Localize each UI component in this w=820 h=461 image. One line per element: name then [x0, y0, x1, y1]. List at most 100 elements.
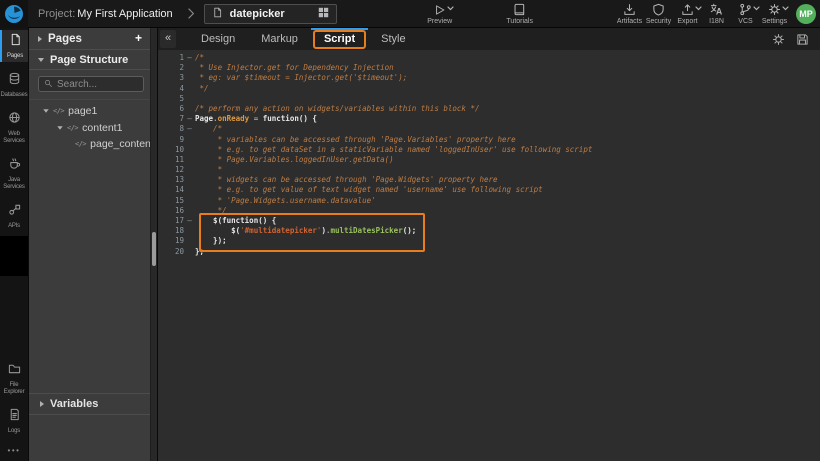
- topbar-actions: ArtifactsSecurityExportAI18NVCSSettings: [615, 0, 789, 28]
- topbar-vcs-button[interactable]: VCS: [731, 0, 760, 28]
- line-number: 2: [158, 63, 184, 73]
- tutorials-button[interactable]: Tutorials: [505, 0, 535, 28]
- tab-markup[interactable]: Markup: [248, 28, 311, 50]
- fold-marker: [184, 206, 195, 216]
- fold-marker: [184, 63, 195, 73]
- topbar-artifacts-button[interactable]: Artifacts: [615, 0, 644, 28]
- more-options-button[interactable]: •••: [0, 439, 28, 461]
- save-button[interactable]: [796, 33, 809, 46]
- pages-panel-header: Pages +: [29, 28, 157, 50]
- fold-marker: [184, 73, 195, 83]
- logs-icon: [8, 408, 21, 426]
- tree-item-page-content1[interactable]: </>page_content1: [29, 136, 157, 153]
- scrollbar-thumb[interactable]: [152, 232, 156, 266]
- page-tab-datepicker[interactable]: datepicker: [204, 4, 337, 24]
- fold-marker: [184, 155, 195, 165]
- line-number: 10: [158, 145, 184, 155]
- tab-design[interactable]: Design: [188, 28, 248, 50]
- folder-icon: [8, 362, 21, 380]
- add-page-button[interactable]: +: [131, 31, 146, 46]
- fold-marker[interactable]: –: [184, 53, 195, 63]
- sidebar-item-pages[interactable]: Pages: [0, 30, 28, 62]
- tree-item-content1[interactable]: </>content1: [29, 120, 157, 137]
- panel-title: Pages: [48, 33, 82, 45]
- code-line[interactable]: 1–/*: [158, 53, 820, 63]
- sidebar-item-file-explorer[interactable]: File Explorer: [0, 359, 28, 398]
- topbar-export-button[interactable]: Export: [673, 0, 702, 28]
- fold-marker: [184, 84, 195, 94]
- code-line[interactable]: 11 * Page.Variables.loggedInUser.getData…: [158, 155, 820, 165]
- code-line[interactable]: 9 * variables can be accessed through 'P…: [158, 135, 820, 145]
- expand-triangle-icon[interactable]: [43, 109, 48, 113]
- line-number: 19: [158, 236, 184, 246]
- fold-marker[interactable]: –: [184, 124, 195, 134]
- line-number: 18: [158, 226, 184, 236]
- collapse-triangle-icon[interactable]: [40, 401, 44, 407]
- expand-triangle-icon[interactable]: [38, 58, 44, 62]
- collapse-panel-button[interactable]: «: [160, 30, 176, 48]
- security-icon: [652, 3, 665, 17]
- coffee-icon: [8, 157, 21, 175]
- search-row: [29, 70, 157, 100]
- grid-icon[interactable]: [318, 5, 329, 23]
- line-number: 3: [158, 73, 184, 83]
- code-line[interactable]: 8– /*: [158, 124, 820, 134]
- collapse-triangle-icon[interactable]: [38, 36, 42, 42]
- tab-script[interactable]: Script: [311, 28, 368, 50]
- left-rail: Pages Databases Web Services Java Services A…: [0, 28, 28, 461]
- topbar-settings-button[interactable]: Settings: [760, 0, 789, 28]
- variables-section-header[interactable]: Variables: [29, 393, 150, 415]
- fold-marker: [184, 185, 195, 195]
- export-icon: [681, 3, 694, 17]
- code-line[interactable]: 3 * eg: var $timeout = Injector.get('$ti…: [158, 73, 820, 83]
- rail-dark-block: [0, 236, 28, 276]
- code-line[interactable]: 10 * e.g. to get dataSet in a staticVari…: [158, 145, 820, 155]
- line-number: 1: [158, 53, 184, 63]
- search-input[interactable]: [57, 79, 138, 90]
- globe-icon: [8, 111, 21, 129]
- tab-style[interactable]: Style: [368, 28, 418, 50]
- fold-marker: [184, 145, 195, 155]
- sidebar-item-java-services[interactable]: Java Services: [0, 154, 28, 193]
- code-line[interactable]: 5: [158, 94, 820, 104]
- page-structure-header[interactable]: Page Structure: [29, 50, 157, 70]
- code-line[interactable]: 14 * e.g. to get value of text widget na…: [158, 185, 820, 195]
- wavemaker-logo-icon[interactable]: [0, 0, 28, 28]
- code-area[interactable]: 1–/*2 * Use Injector.get for Dependency …: [158, 50, 820, 461]
- line-number: 11: [158, 155, 184, 165]
- api-icon: [8, 203, 21, 221]
- fold-marker[interactable]: –: [184, 216, 195, 226]
- line-number: 14: [158, 185, 184, 195]
- code-line[interactable]: 7–Page.onReady = function() {: [158, 114, 820, 124]
- fold-marker: [184, 226, 195, 236]
- expand-triangle-icon[interactable]: [57, 126, 62, 130]
- preview-button[interactable]: Preview: [425, 0, 455, 28]
- vcs-icon: [739, 3, 752, 17]
- line-number: 7: [158, 114, 184, 124]
- fold-marker[interactable]: –: [184, 114, 195, 124]
- code-line[interactable]: 4 */: [158, 84, 820, 94]
- line-number: 8: [158, 124, 184, 134]
- fold-marker: [184, 135, 195, 145]
- sidebar-item-apis[interactable]: APIs: [0, 200, 28, 232]
- sidebar-item-logs[interactable]: Logs: [0, 405, 28, 437]
- code-line[interactable]: 15 * 'Page.Widgets.username.datavalue': [158, 196, 820, 206]
- code-line[interactable]: 2 * Use Injector.get for Dependency Inje…: [158, 63, 820, 73]
- page-file-icon: [212, 5, 223, 23]
- database-icon: [8, 72, 21, 90]
- topbar-security-button[interactable]: Security: [644, 0, 673, 28]
- tutorials-icon: [513, 3, 526, 17]
- settings-gear-button[interactable]: [772, 33, 785, 46]
- code-line[interactable]: 12 *: [158, 165, 820, 175]
- panel-scrollbar[interactable]: [150, 28, 157, 461]
- sidebar-item-web-services[interactable]: Web Services: [0, 108, 28, 147]
- topbar-i18n-button[interactable]: AI18N: [702, 0, 731, 28]
- code-line[interactable]: 13 * widgets can be accessed through 'Pa…: [158, 175, 820, 185]
- page-structure-tree: </>page1</>content1</>page_content1: [29, 100, 157, 153]
- sidebar-item-databases[interactable]: Databases: [0, 69, 28, 101]
- search-box: [38, 76, 144, 92]
- settings-icon: [768, 3, 781, 17]
- code-line[interactable]: 6/* perform any action on widgets/variab…: [158, 104, 820, 114]
- avatar[interactable]: MP: [796, 4, 816, 24]
- tree-item-page1[interactable]: </>page1: [29, 103, 157, 120]
